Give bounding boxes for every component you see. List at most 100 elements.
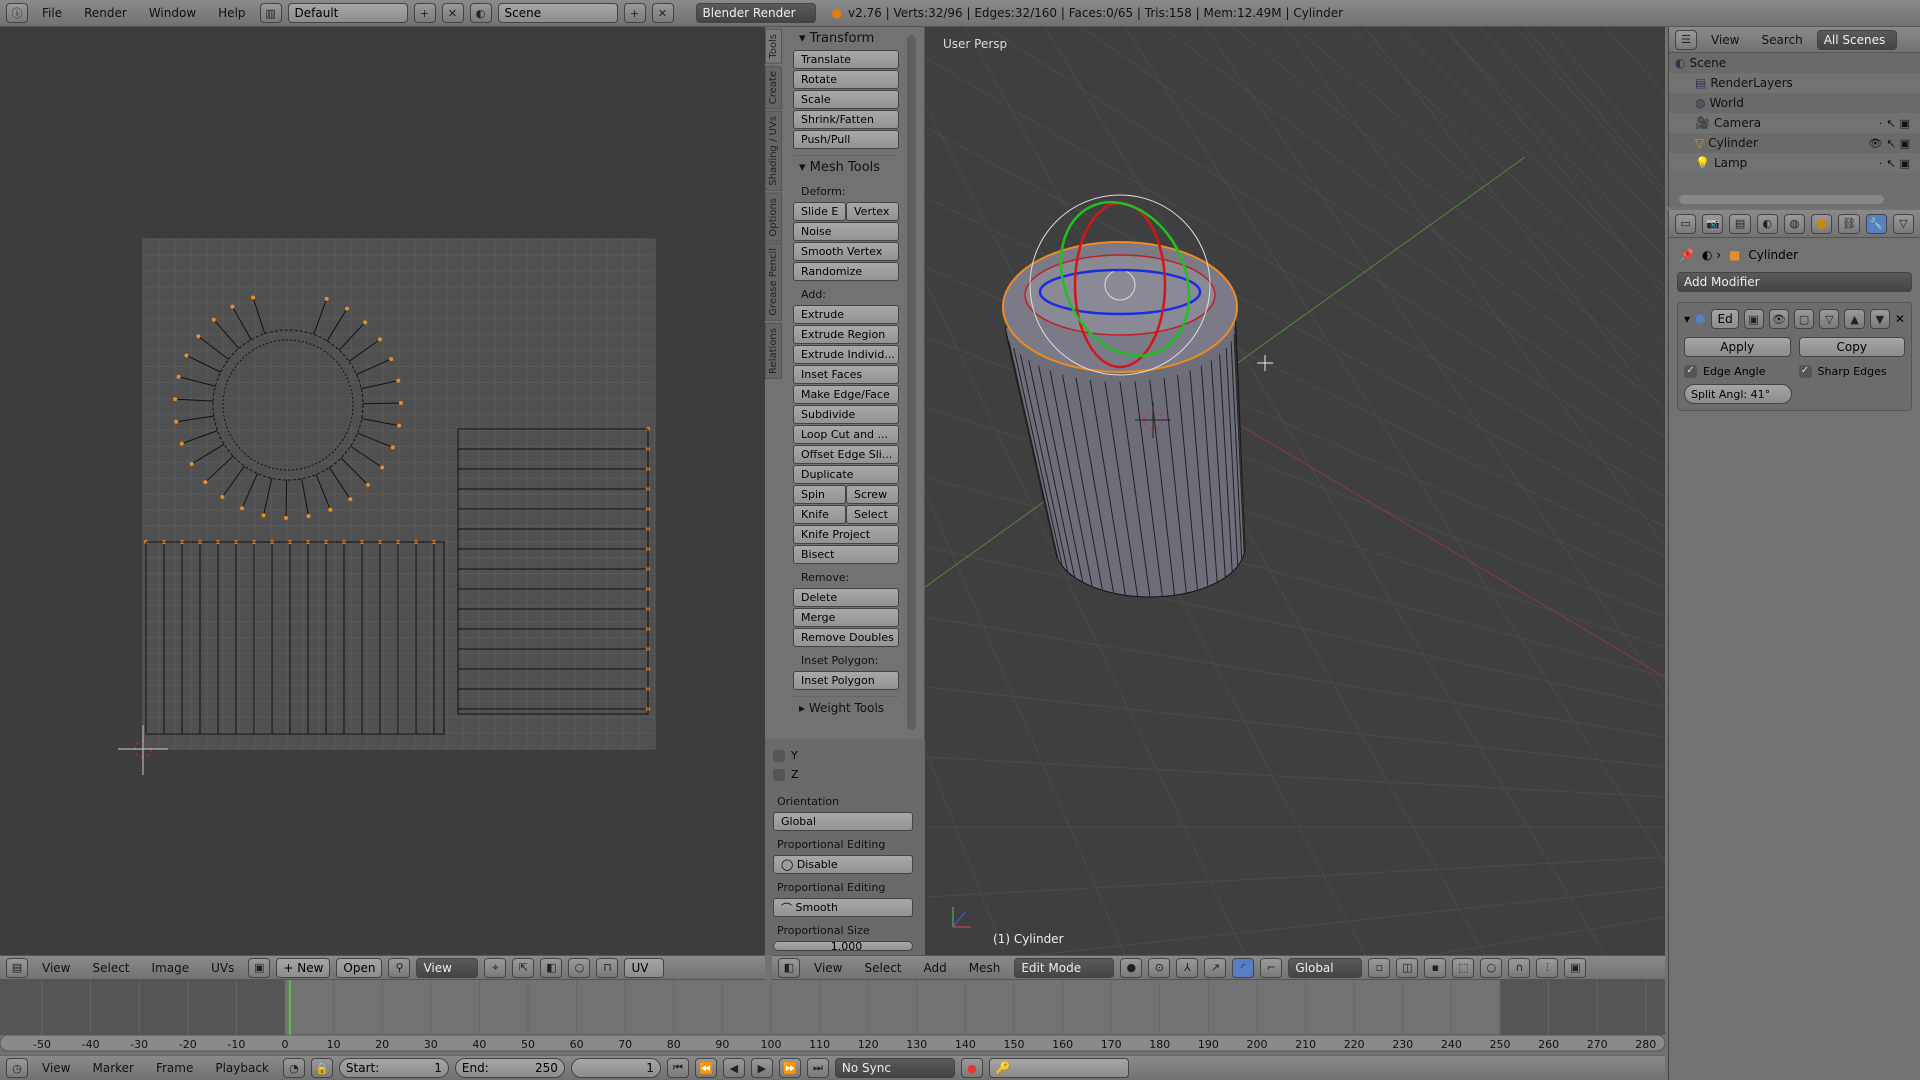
- pivot-point-icon[interactable]: ⊙: [1148, 957, 1171, 978]
- next-keyframe-icon[interactable]: ⏩: [778, 1058, 801, 1078]
- add-subdivide-button[interactable]: Subdivide: [793, 405, 899, 424]
- outliner-item-lamp[interactable]: 💡 Lamp ·↖▣: [1669, 153, 1920, 173]
- deform-randomize-button[interactable]: Randomize: [793, 262, 899, 281]
- prev-keyframe-icon[interactable]: ⏪: [694, 1058, 717, 1078]
- tab-options[interactable]: Options: [765, 192, 782, 242]
- spin-button[interactable]: Spin: [793, 485, 846, 504]
- jump-end-icon[interactable]: ⏭: [806, 1058, 829, 1078]
- apply-button[interactable]: Apply: [1684, 337, 1791, 357]
- scale-manipulator-icon[interactable]: ⌐: [1260, 957, 1283, 978]
- frame-ruler[interactable]: [0, 1034, 1666, 1052]
- rotate-manipulator-icon[interactable]: ◜: [1232, 957, 1255, 978]
- layout-icon[interactable]: ▥: [259, 3, 282, 23]
- viewport-canvas[interactable]: [925, 27, 1665, 955]
- deform-smooth-vertex-button[interactable]: Smooth Vertex: [793, 242, 899, 261]
- snap-magnet-icon[interactable]: ∩: [1508, 957, 1531, 978]
- tools-scrollbar[interactable]: [907, 35, 916, 730]
- mesh-tools-panel-header[interactable]: ▾ Mesh Tools: [793, 155, 899, 179]
- view3d-menu-view[interactable]: View: [806, 961, 850, 975]
- mode-select[interactable]: Edit Mode: [1014, 957, 1115, 978]
- add-duplicate-button[interactable]: Duplicate: [793, 465, 899, 484]
- timeline-menu-frame[interactable]: Frame: [148, 1061, 201, 1075]
- view3d-menu-select[interactable]: Select: [856, 961, 909, 975]
- tab-grease-pencil[interactable]: Grease Pencil: [765, 243, 782, 321]
- falloff-select[interactable]: ⌒ Smooth: [773, 898, 913, 917]
- modifier-name-field[interactable]: Ed: [1710, 309, 1739, 329]
- end-frame-field[interactable]: End: 250: [454, 1058, 565, 1078]
- outliner-item-world[interactable]: ◍ World: [1669, 93, 1920, 113]
- extrude-select[interactable]: Extrude: [793, 305, 899, 324]
- 3d-editor-type-icon[interactable]: ◧: [778, 957, 800, 978]
- layers-tab-icon[interactable]: ▤: [1729, 213, 1751, 234]
- data-tab-icon[interactable]: ▽: [1892, 213, 1914, 234]
- outliner-item-scene[interactable]: ◐ Scene: [1669, 53, 1920, 73]
- transform-translate-button[interactable]: Translate: [793, 50, 899, 69]
- outliner-type-icon[interactable]: ☰: [1675, 29, 1697, 50]
- delete-select[interactable]: Delete: [793, 588, 899, 607]
- object-tab-icon[interactable]: ■: [1811, 213, 1833, 234]
- outliner-menu-search[interactable]: Search: [1753, 33, 1810, 47]
- edge-angle-checkbox[interactable]: ✓: [1684, 365, 1697, 378]
- face-select-icon[interactable]: ▪: [1424, 957, 1447, 978]
- uv-select[interactable]: UV: [624, 957, 665, 978]
- viewport-toggle-icon[interactable]: 👁: [1768, 309, 1789, 329]
- scene-icon[interactable]: ◐: [469, 3, 492, 23]
- constraints-tab-icon[interactable]: ⛓: [1838, 213, 1860, 234]
- properties-type-icon[interactable]: ▭: [1675, 213, 1697, 234]
- add-make-edge-face-button[interactable]: Make Edge/Face: [793, 385, 899, 404]
- tab-relations[interactable]: Relations: [765, 322, 782, 379]
- slide-edge-button[interactable]: Slide E: [793, 202, 846, 221]
- menu-window[interactable]: Window: [141, 6, 204, 20]
- knife-button[interactable]: Knife: [793, 505, 846, 524]
- remove-doubles-button[interactable]: Remove Doubles: [793, 628, 899, 647]
- close-layout-icon[interactable]: ✕: [441, 3, 464, 23]
- uv-canvas[interactable]: [0, 27, 765, 955]
- view-mode-select[interactable]: View: [416, 957, 479, 978]
- uv-menu-image[interactable]: Image: [144, 961, 198, 975]
- timeline-menu-view[interactable]: View: [34, 1061, 78, 1075]
- world-tab-icon[interactable]: ◍: [1783, 213, 1806, 234]
- image-browse-icon[interactable]: ▣: [248, 957, 271, 978]
- sharp-edges-checkbox[interactable]: ✓: [1798, 365, 1812, 378]
- editmode-toggle-icon[interactable]: ▢: [1793, 309, 1815, 329]
- visibility-toggles[interactable]: 👁↖▣: [1868, 137, 1914, 150]
- timeline-type-icon[interactable]: ◷: [6, 1058, 28, 1078]
- timeline-canvas[interactable]: -50 -40 -30 -20 -10 0 10 20 30 40 50 60 70 80 90 100 110…: [0, 980, 1666, 1055]
- orientation-select[interactable]: Global: [773, 812, 913, 831]
- menu-render[interactable]: Render: [76, 6, 135, 20]
- outliner-menu-view[interactable]: View: [1703, 33, 1747, 47]
- jump-start-icon[interactable]: ⏮: [666, 1058, 689, 1078]
- proportional-size-field[interactable]: 1.000: [773, 941, 913, 951]
- timeline-menu-playback[interactable]: Playback: [207, 1061, 277, 1075]
- merge-select[interactable]: Merge: [793, 608, 899, 627]
- modifiers-tab-icon[interactable]: 🔧: [1865, 213, 1887, 234]
- start-frame-field[interactable]: Start: 1: [338, 1058, 449, 1078]
- pin-icon[interactable]: ⚲: [388, 957, 411, 978]
- copy-button[interactable]: Copy: [1798, 337, 1905, 357]
- uv-menu-select[interactable]: Select: [84, 961, 137, 975]
- outliner-item-cylinder[interactable]: ▽ Cylinder 👁↖▣: [1669, 133, 1920, 153]
- add-layout-icon[interactable]: +: [413, 3, 436, 23]
- y-checkbox[interactable]: [773, 749, 785, 762]
- move-up-icon[interactable]: ▲: [1844, 309, 1865, 329]
- occlude-icon[interactable]: ⬚: [1452, 957, 1475, 978]
- preview-range-icon[interactable]: ◔: [282, 1058, 305, 1078]
- deform-noise-button[interactable]: Noise: [793, 222, 899, 241]
- play-reverse-icon[interactable]: ◀: [722, 1058, 745, 1078]
- timeline-menu-marker[interactable]: Marker: [84, 1061, 141, 1075]
- scene-field[interactable]: Scene: [497, 3, 618, 23]
- sync-selection-icon[interactable]: ⇱: [512, 957, 535, 978]
- knife-select-button[interactable]: Select: [846, 505, 899, 524]
- snap-icon[interactable]: ⊓: [596, 957, 619, 978]
- uv-editor[interactable]: [0, 27, 765, 955]
- split-angle-field[interactable]: Split Angl: 41°: [1684, 384, 1792, 404]
- tab-create[interactable]: Create: [765, 65, 782, 109]
- shading-icon[interactable]: ●: [1120, 957, 1143, 978]
- cage-toggle-icon[interactable]: ▽: [1819, 309, 1840, 329]
- inset-polygon-button[interactable]: Inset Polygon: [793, 671, 899, 690]
- add-scene-icon[interactable]: +: [623, 3, 646, 23]
- outliner-item-renderlayers[interactable]: ▤ RenderLayers: [1669, 73, 1920, 93]
- collapse-icon[interactable]: ▾: [1684, 312, 1690, 326]
- transform-push-pull-button[interactable]: Push/Pull: [793, 130, 899, 149]
- bisect-button[interactable]: Bisect: [793, 545, 899, 564]
